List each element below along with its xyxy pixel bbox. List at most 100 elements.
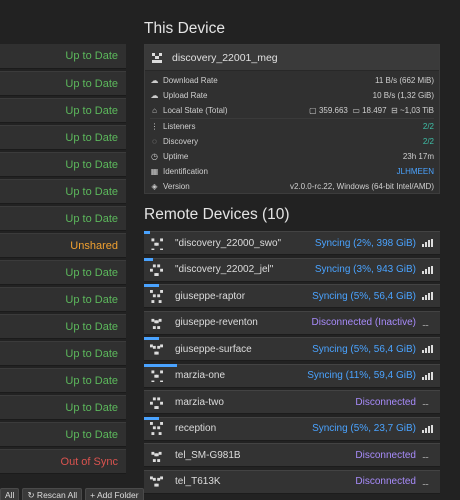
folder-row[interactable]: Up to Date	[0, 152, 126, 177]
folder-row[interactable]: Up to Date	[0, 206, 126, 231]
identification-row: ▦ Identification JLHMEEN	[145, 164, 439, 179]
remote-device-row[interactable]: marzia-one Syncing (11%, 59,4 GiB)	[144, 363, 440, 388]
remote-device-row[interactable]: tel_SM-G981B Disconnected....	[144, 443, 440, 467]
remote-device-row[interactable]: marzia-two Disconnected....	[144, 390, 440, 414]
folder-row[interactable]: Up to Date	[0, 314, 126, 339]
no-signal-icon: ....	[422, 317, 429, 328]
remote-device-status: Syncing (5%, 56,4 GiB)	[312, 290, 416, 302]
folder-row[interactable]: Up to Date	[0, 287, 126, 312]
remote-device-status: Disconnected	[355, 396, 416, 408]
uptime-value: 23h 17m	[402, 152, 434, 161]
folder-status: Up to Date	[65, 267, 118, 279]
remote-device-row[interactable]: "discovery_22002_jel" Syncing (3%, 943 Gi…	[144, 257, 440, 282]
signal-icon	[422, 265, 434, 274]
remote-device-row[interactable]: tel_T613K Disconnected....	[144, 469, 440, 494]
sitemap-icon: ⋮	[150, 122, 159, 131]
compass-icon: ◌	[152, 137, 157, 146]
remote-device-row[interactable]: giuseppe-raptor Syncing (5%, 56,4 GiB)	[144, 284, 440, 308]
upload-rate-row: ☁ Upload Rate 10 B/s (1,32 GiB)	[145, 88, 439, 103]
this-device-header[interactable]: discovery_22001_meg	[145, 45, 439, 71]
remote-device-name: "discovery_22000_swo"	[175, 237, 282, 249]
folder-row[interactable]: Up to Date	[0, 395, 126, 420]
remote-device-row[interactable]: reception Syncing (5%, 23,7 GiB)	[144, 416, 440, 441]
sync-progress-bar	[144, 231, 150, 234]
folder-row[interactable]: Up to Date	[0, 125, 126, 150]
download-rate-value: 11 B/s (662 MiB)	[375, 76, 434, 85]
remote-device-name: tel_T613K	[175, 476, 221, 487]
remote-device-row[interactable]: giuseppe-reventon Disconnected (Inactive)…	[144, 310, 440, 335]
folder-status: Out of Sync	[60, 456, 118, 468]
signal-icon	[422, 292, 434, 300]
this-device-heading: This Device	[144, 20, 225, 37]
remote-device-status: Syncing (3%, 943 GiB)	[314, 264, 416, 275]
folder-row[interactable]: Up to Date	[0, 260, 126, 285]
signal-icon	[422, 424, 434, 433]
folder-status: Up to Date	[65, 294, 118, 306]
remote-device-name: "discovery_22002_jel"	[175, 264, 274, 275]
signal-icon	[422, 371, 434, 380]
folder-status: Unshared	[70, 240, 118, 252]
version-value: v2.0.0-rc.22, Windows (64-bit Intel/AMD)	[289, 182, 434, 191]
identification-value[interactable]: JLHMEEN	[397, 167, 434, 176]
folder-status: Up to Date	[65, 105, 118, 117]
remote-device-name: reception	[175, 423, 217, 434]
folder-status: Up to Date	[65, 132, 118, 144]
folder-row[interactable]: Up to Date	[0, 179, 126, 204]
folder-status: Up to Date	[65, 429, 118, 441]
local-state-label: Local State (Total)	[163, 106, 228, 115]
local-state-value: ▢ 359.663 ▭ 18.497 ⊟ ~1,03 TiB	[309, 106, 434, 115]
version-label: Version	[163, 182, 190, 191]
remote-device-status: Syncing (11%, 59,4 GiB)	[307, 370, 416, 381]
listeners-value[interactable]: 2/2	[423, 122, 434, 131]
rescan-all-button[interactable]: ↻ Rescan All	[22, 488, 83, 500]
discovery-value[interactable]: 2/2	[423, 137, 434, 146]
remote-device-row[interactable]: giuseppe-surface Syncing (5%, 56,4 GiB)	[144, 337, 440, 361]
signal-icon	[422, 345, 434, 353]
clock-icon: ◷	[151, 152, 158, 161]
sync-progress-bar	[144, 284, 159, 287]
no-signal-icon: ....	[422, 397, 429, 407]
folder-row[interactable]: Up to Date	[0, 368, 126, 393]
remote-device-status: Syncing (2%, 398 GiB)	[314, 237, 416, 249]
folder-row[interactable]: Up to Date	[0, 422, 126, 447]
discovery-label: Discovery	[163, 137, 199, 146]
folder-row[interactable]: Up to Date	[0, 98, 126, 123]
drive-icon: ⊟	[391, 106, 398, 115]
remote-devices-heading: Remote Devices (10)	[144, 206, 290, 223]
folder-buttons: All ↻ Rescan All + Add Folder	[0, 488, 144, 500]
discovery-row: ◌ Discovery 2/2	[145, 134, 439, 149]
device-avatar-icon	[150, 476, 163, 487]
folder-status: Up to Date	[65, 402, 118, 414]
folder-row[interactable]: Up to Date	[0, 44, 126, 69]
remote-device-name: marzia-one	[175, 370, 226, 381]
remote-device-name: giuseppe-reventon	[175, 317, 258, 328]
all-button[interactable]: All	[0, 488, 20, 500]
folder-list: Up to Date Up to Date Up to Date Up to Date…	[0, 0, 128, 500]
add-folder-button[interactable]: + Add Folder	[85, 488, 144, 500]
device-avatar-icon	[150, 264, 163, 276]
identification-label: Identification	[163, 167, 208, 176]
remote-device-name: giuseppe-surface	[175, 343, 252, 355]
signal-icon	[422, 239, 434, 247]
remote-device-status: Disconnected	[355, 476, 416, 487]
remote-device-status: Disconnected	[355, 449, 416, 461]
folder-status: Up to Date	[65, 159, 118, 171]
local-state-size: ~1,03 TiB	[399, 106, 434, 115]
sync-progress-bar	[144, 257, 153, 261]
remote-device-name: tel_SM-G981B	[175, 449, 241, 461]
download-rate-label: Download Rate	[163, 76, 218, 85]
this-device-panel: discovery_22001_meg ☁ Download Rate 11 B/…	[144, 44, 440, 194]
device-avatar-icon	[150, 422, 163, 435]
folder-icon: ▭	[352, 106, 360, 115]
folder-row[interactable]: Unshared	[0, 233, 126, 258]
remote-device-row[interactable]: "discovery_22000_swo" Syncing (2%, 398 Gi…	[144, 231, 440, 255]
device-avatar-icon	[151, 370, 163, 382]
remote-device-status: Syncing (5%, 56,4 GiB)	[312, 343, 416, 355]
folder-row[interactable]: Up to Date	[0, 341, 126, 366]
folder-row[interactable]: Up to Date	[0, 71, 126, 96]
folder-row[interactable]: Out of Sync	[0, 449, 126, 474]
home-icon: ⌂	[152, 106, 157, 115]
device-avatar-icon	[150, 343, 163, 355]
folder-status: Up to Date	[65, 375, 118, 387]
folder-status: Up to Date	[65, 321, 118, 333]
